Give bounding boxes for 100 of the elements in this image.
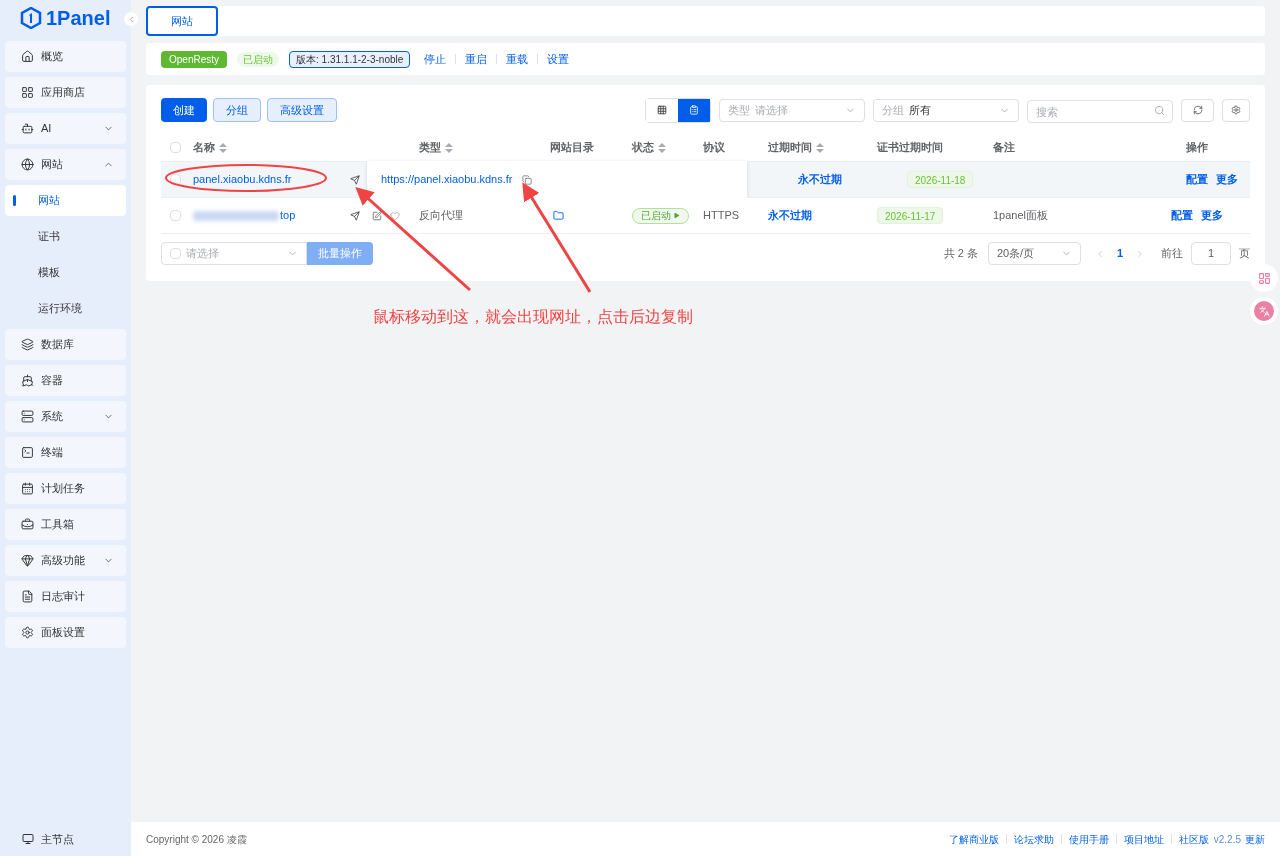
settings-button[interactable] [1222, 98, 1250, 122]
folder-icon[interactable] [553, 210, 564, 221]
sidebar-item[interactable]: 工具箱 [5, 509, 126, 540]
cert-expire-tag: 2026-11-17 [877, 206, 944, 224]
grid-icon [657, 105, 667, 115]
cert-expire-tag: 2026-11-18 [907, 170, 974, 188]
column-header: 网站目录 [550, 140, 594, 156]
server-action-link[interactable]: 停止 [424, 50, 447, 68]
action-link[interactable]: 更多 [1200, 207, 1223, 224]
version-tag: 版本: 1.31.1.1-2-3-noble [289, 50, 411, 68]
column-header: 名称 [193, 140, 215, 156]
url-link[interactable]: https://panel.xiaobu.kdns.fr [381, 171, 513, 188]
copyright-text: Copyright © 2026 凌霞 [146, 832, 248, 847]
translate-float-button[interactable] [1250, 297, 1278, 325]
translate-icon [1258, 305, 1270, 317]
sidebar-item[interactable]: 网站 [5, 149, 126, 180]
server-icon [21, 410, 34, 423]
expire-text: 永不过期 [768, 209, 812, 222]
sidebar-item[interactable]: 终端 [5, 437, 126, 468]
submenu-item[interactable]: 网站 [5, 185, 126, 216]
sidebar-item[interactable]: 应用商店 [5, 77, 126, 108]
node-item[interactable]: 主节点 [0, 822, 131, 856]
annotation-text: 鼠标移动到这，就会出现网址，点击后边复制 [373, 308, 693, 325]
footer-link[interactable]: 论坛求助 [1013, 831, 1054, 847]
sidebar-item[interactable]: 概览 [5, 41, 126, 72]
checkbox[interactable] [170, 210, 181, 221]
checkbox[interactable] [170, 174, 181, 185]
app-name-tag: OpenResty [161, 50, 228, 68]
sidebar-item[interactable]: 数据库 [5, 329, 126, 360]
sort-icon[interactable] [219, 142, 227, 153]
list-view-button[interactable] [678, 98, 710, 122]
site-name-link[interactable]: panel.xiaobu.kdns.fr [193, 171, 292, 188]
send-icon[interactable] [350, 174, 360, 185]
submenu-item[interactable]: 证书 [5, 221, 126, 252]
action-link[interactable]: 配置 [1185, 171, 1208, 188]
collapse-button[interactable] [124, 12, 138, 26]
column-header: 过期时间 [768, 140, 812, 156]
expire-text: 永不过期 [798, 173, 842, 186]
sidebar-item[interactable]: 容器 [5, 365, 126, 396]
search-field[interactable]: 搜索 [1027, 100, 1173, 123]
gem-icon [21, 554, 34, 567]
sidebar-item[interactable]: 高级功能 [5, 545, 126, 576]
update-link[interactable]: 更新 [1245, 831, 1265, 847]
group-select[interactable]: 分组 所有 [873, 98, 1019, 122]
sidebar-item[interactable]: 日志审计 [5, 581, 126, 612]
goto-field[interactable]: 1 [1191, 242, 1231, 265]
toolbar-button[interactable]: 高级设置 [267, 98, 337, 122]
server-action-link[interactable]: 设置 [547, 50, 570, 68]
sidebar-item[interactable]: 面板设置 [5, 617, 126, 648]
table-row[interactable]: panel.xiaobu.kdns.fr https://panel.xiaobu.kdns.fr 永不过期 2026-11-18 配置 更多 [161, 162, 1250, 198]
heart-icon[interactable] [390, 210, 400, 221]
robot-icon [21, 122, 34, 135]
briefcase-icon [21, 518, 34, 531]
footer-link[interactable]: 使用手册 [1068, 831, 1109, 847]
document-icon [21, 590, 34, 603]
copy-icon[interactable] [522, 174, 533, 185]
sidebar-item[interactable]: 计划任务 [5, 473, 126, 504]
refresh-icon [1192, 105, 1203, 115]
column-header: 状态 [632, 140, 654, 156]
action-link[interactable]: 配置 [1170, 207, 1193, 224]
layers-icon [21, 338, 34, 351]
sidebar-item[interactable]: AI [5, 113, 126, 144]
sort-icon[interactable] [445, 142, 453, 153]
table-cell: 反向代理 [419, 209, 463, 222]
footer-link[interactable]: 社区版 [1178, 831, 1209, 847]
house-icon [21, 50, 34, 63]
column-header: 备注 [993, 140, 1015, 156]
checkbox[interactable] [170, 142, 181, 153]
table-cell: HTTPS [703, 209, 740, 222]
refresh-button[interactable] [1181, 98, 1214, 122]
page-size-select[interactable]: 20条/页 [987, 242, 1081, 265]
tab[interactable]: 网站 [146, 6, 218, 36]
site-name-link[interactable]: top [280, 207, 296, 224]
column-header: 操作 [1185, 140, 1208, 156]
settings-icon [1231, 105, 1241, 115]
table-cell: 1panel面板 [993, 209, 1049, 222]
submenu-item[interactable]: 模板 [5, 257, 126, 288]
sort-icon[interactable] [658, 142, 666, 153]
footer-link[interactable]: 项目地址 [1123, 831, 1164, 847]
calendar-icon [21, 482, 34, 495]
total-count: 共 2 条 [943, 246, 978, 262]
action-link[interactable]: 更多 [1215, 171, 1238, 188]
send-icon[interactable] [350, 210, 360, 221]
toolbar-button[interactable]: 分组 [213, 98, 261, 122]
sidebar-item[interactable]: 系统 [5, 401, 126, 432]
gear-icon [21, 626, 34, 639]
footer-link[interactable]: 了解商业版 [948, 831, 999, 847]
toolbar-button[interactable]: 创建 [161, 98, 207, 122]
status-badge[interactable]: 已启动 [632, 207, 689, 224]
apps-icon [1257, 271, 1271, 285]
server-action-link[interactable]: 重启 [465, 50, 488, 68]
submenu-item[interactable]: 运行环境 [5, 293, 126, 324]
column-header: 证书过期时间 [877, 140, 943, 156]
sort-icon[interactable] [816, 142, 824, 153]
column-header: 协议 [703, 140, 725, 156]
server-action-link[interactable]: 重载 [506, 50, 529, 68]
edit-icon[interactable] [372, 210, 382, 221]
logo-icon [20, 7, 42, 29]
terminal-icon [21, 446, 34, 459]
current-page[interactable]: 1 [1116, 245, 1123, 262]
